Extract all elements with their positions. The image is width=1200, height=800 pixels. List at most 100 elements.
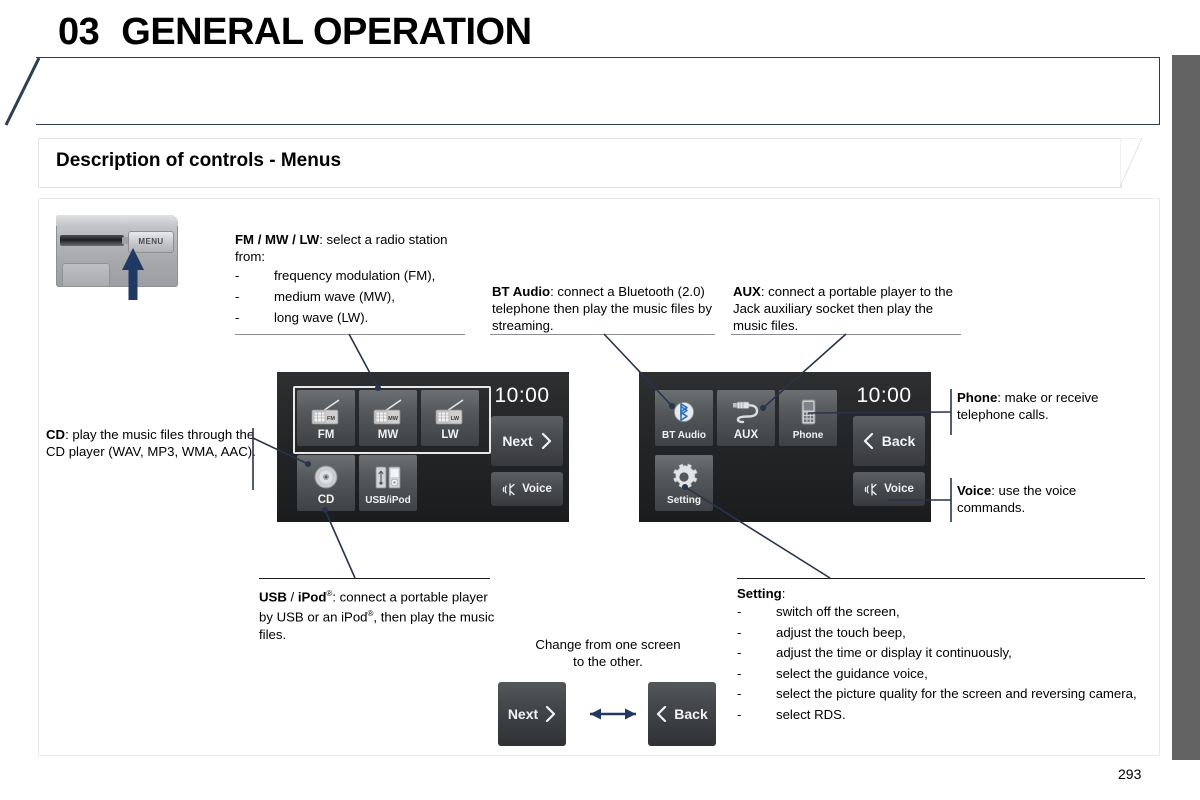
callout-ipod-term: iPod	[297, 589, 327, 605]
radio-lw-icon: LW	[421, 397, 479, 429]
tile-usb-ipod[interactable]: USB/iPod	[359, 455, 417, 511]
tile-label: FM	[317, 429, 335, 441]
list-item: - adjust the time or display it continuou…	[737, 643, 1157, 664]
callout-radio: FM / MW / LW: select a radio station fro…	[235, 231, 475, 328]
callout-setting-colon: :	[781, 586, 786, 601]
switcher-caption: Change from one screen to the other.	[508, 636, 708, 670]
callout-usb-separator: /	[286, 589, 298, 605]
dash-marker: -	[737, 706, 742, 722]
dash-marker: -	[235, 268, 240, 283]
chapter-number: 03	[58, 11, 100, 53]
switcher-next-button[interactable]: Next	[498, 682, 566, 746]
tile-label: LW	[441, 429, 459, 441]
tile-cd[interactable]: CD	[297, 455, 355, 511]
tile-label: BT Audio	[661, 430, 707, 441]
tile-label: Phone	[792, 430, 824, 441]
callout-aux-term: AUX	[733, 284, 761, 299]
back-button-label: Back	[881, 433, 916, 449]
dash-marker: -	[235, 289, 240, 304]
aux-jack-icon	[717, 397, 775, 429]
tile-phone[interactable]: Phone	[779, 390, 837, 446]
list-item: - medium wave (MW),	[235, 286, 475, 307]
chevron-left-icon	[863, 433, 873, 449]
voice-button[interactable]: Voice	[853, 472, 925, 506]
callout-setting-list: - switch off the screen, - adjust the touc…	[737, 602, 1157, 725]
switcher-caption-line-2: to the other.	[573, 654, 643, 669]
usb-ipod-icon	[359, 462, 417, 494]
tile-label: Setting	[667, 495, 701, 506]
head-unit-top-band	[56, 215, 178, 226]
radio-fm-icon: FM	[297, 397, 355, 429]
tile-fm[interactable]: FM FM	[297, 390, 355, 446]
callout-setting-rule	[737, 578, 1145, 579]
switcher-back-button[interactable]: Back	[648, 682, 716, 746]
head-unit-lower-button	[62, 263, 110, 287]
callout-usb-ipod-rule	[259, 578, 490, 579]
menu-screen-page-2: BT Audio AUX Phone Setting 10:00 Back Vo…	[639, 372, 931, 522]
next-button[interactable]: Next	[491, 416, 563, 466]
callout-voice: Voice: use the voice commands.	[957, 482, 1147, 516]
callout-bt-audio-rule	[490, 334, 715, 335]
tile-label: AUX	[733, 429, 759, 441]
dash-marker: -	[737, 665, 742, 681]
callout-cd-text: : play the music files through the CD pl…	[46, 427, 256, 459]
svg-text:FM: FM	[327, 416, 335, 422]
chevron-right-icon	[546, 706, 556, 722]
list-item: - switch off the screen,	[737, 602, 1157, 623]
tile-setting[interactable]: Setting	[655, 455, 713, 511]
callout-usb-term: USB	[259, 589, 287, 605]
page-title: 03 GENERAL OPERATION	[58, 11, 532, 54]
callout-setting-term: Setting	[737, 586, 782, 601]
list-item: - select RDS.	[737, 705, 1157, 726]
list-item: - select the guidance voice,	[737, 664, 1157, 685]
callout-radio-rule	[235, 334, 465, 335]
chevron-right-icon	[541, 433, 551, 449]
callout-setting: Setting: - switch off the screen, - adjust…	[737, 585, 1157, 725]
tile-lw[interactable]: LW LW	[421, 390, 479, 446]
dash-marker: -	[235, 310, 240, 325]
tile-label: MW	[377, 429, 399, 441]
cd-slot	[60, 235, 129, 246]
cd-disc-icon	[297, 462, 355, 494]
callout-bt-audio: BT Audio: connect a Bluetooth (2.0) tele…	[492, 283, 714, 334]
callout-aux: AUX: connect a portable player to the Ja…	[733, 283, 968, 334]
switcher-caption-line-1: Change from one screen	[535, 637, 681, 652]
dash-marker: -	[737, 686, 742, 701]
callout-cd-term: CD	[46, 427, 66, 442]
chapter-title-text: GENERAL OPERATION	[121, 11, 532, 53]
menu-button[interactable]: MENU	[128, 231, 174, 253]
radio-mw-icon: MW	[359, 397, 417, 429]
callout-voice-term: Voice	[957, 483, 992, 498]
voice-wave-icon	[502, 482, 515, 496]
switcher-next-label: Next	[507, 706, 539, 722]
list-item: - select the picture quality for the scre…	[737, 684, 1157, 705]
voice-button-label: Voice	[522, 483, 552, 495]
chapter-tab-marker	[1172, 55, 1200, 760]
switcher-back-label: Back	[674, 706, 708, 722]
chapter-banner	[4, 56, 1160, 126]
callout-phone-term: Phone	[957, 390, 998, 405]
callout-phone: Phone: make or receive telephone calls.	[957, 389, 1147, 423]
voice-button[interactable]: Voice	[491, 472, 563, 506]
back-button[interactable]: Back	[853, 416, 925, 466]
dash-marker: -	[737, 604, 742, 619]
voice-button-label: Voice	[884, 483, 914, 495]
callout-radio-list: - frequency modulation (FM), - medium wave…	[235, 265, 475, 328]
next-button-label: Next	[502, 433, 533, 449]
manual-page: 03 GENERAL OPERATION Description of contr…	[0, 0, 1200, 800]
list-item: - adjust the touch beep,	[737, 623, 1157, 644]
list-item: - frequency modulation (FM),	[235, 265, 475, 286]
callout-cd: CD: play the music files through the CD …	[46, 426, 261, 460]
mobile-phone-icon	[779, 397, 837, 429]
section-corner-decoration	[1120, 138, 1143, 188]
voice-wave-icon	[864, 482, 877, 496]
menu-screen-page-1: FM FM MW MW LW LW CD USB/iPod 10:00 Next…	[277, 372, 569, 522]
tile-aux[interactable]: AUX	[717, 390, 775, 446]
banner-slash-decoration	[4, 56, 40, 126]
dash-marker: -	[737, 645, 742, 660]
tile-bt-audio[interactable]: BT Audio	[655, 390, 713, 446]
tile-label: CD	[317, 494, 335, 506]
callout-usb-ipod: USB / iPod®: connect a portable player b…	[259, 585, 499, 643]
tile-mw[interactable]: MW MW	[359, 390, 417, 446]
list-item: - long wave (LW).	[235, 307, 475, 328]
